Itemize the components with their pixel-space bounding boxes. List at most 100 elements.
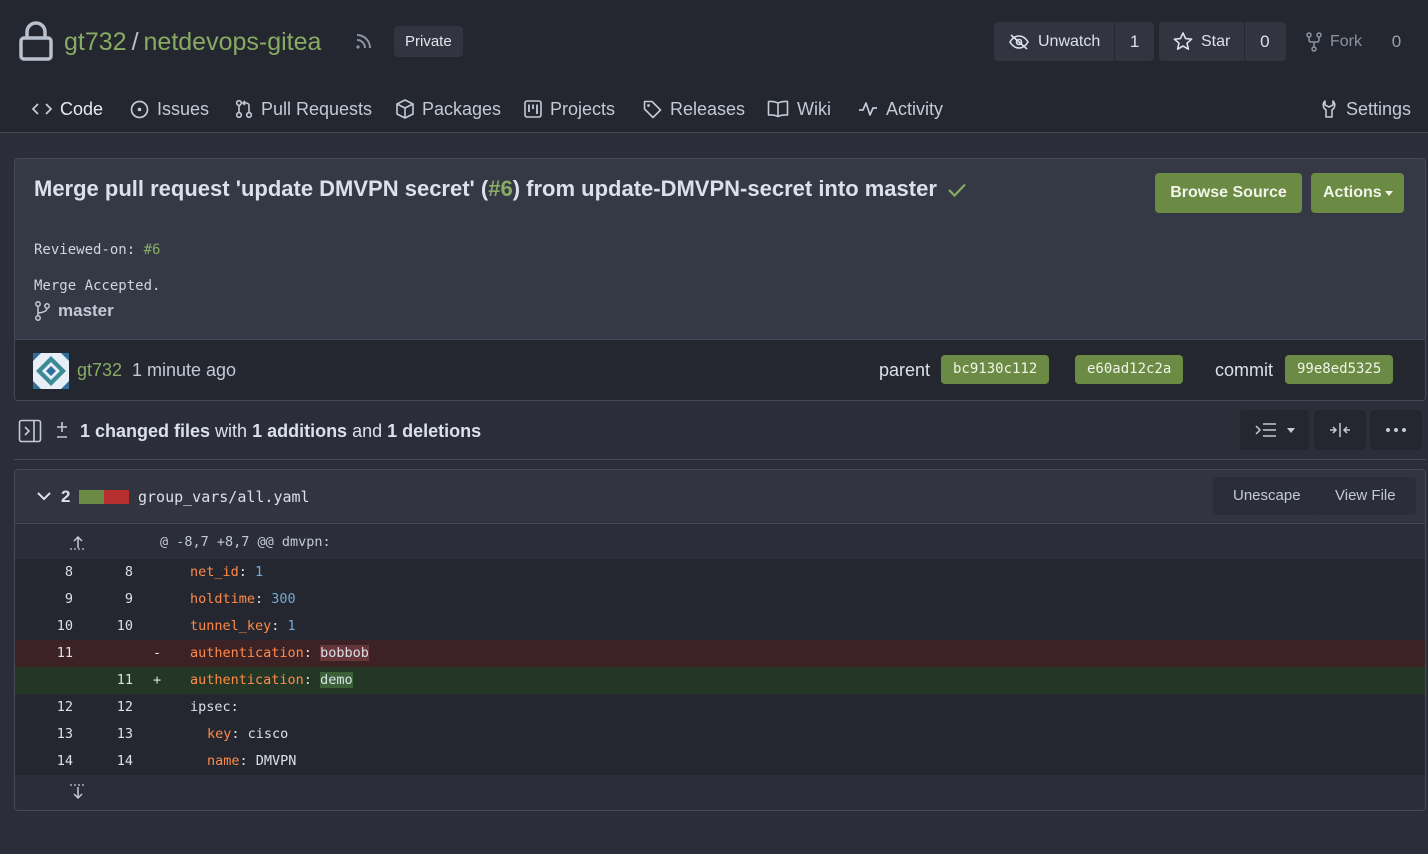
repo-title: gt732 / netdevops-gitea — [64, 28, 321, 57]
diff-line: 10 10 tunnel_key: 1 — [15, 613, 1425, 640]
file-header: 2 group_vars/all.yaml Unescape View File — [15, 470, 1425, 524]
repo-owner-link[interactable]: gt732 — [64, 28, 127, 57]
whitespace-options-button[interactable] — [1240, 410, 1309, 450]
split-icon — [1330, 423, 1350, 437]
actions-label: Actions — [1323, 184, 1382, 201]
diff-sign: - — [153, 645, 162, 661]
hunk-header: @ -8,7 +8,7 @@ dmvpn: — [160, 534, 331, 550]
new-line-number[interactable]: 8 — [103, 559, 133, 586]
tab-packages[interactable]: Packages — [396, 88, 501, 130]
new-line-number[interactable]: 14 — [103, 748, 133, 775]
watch-count[interactable]: 1 — [1114, 22, 1154, 61]
old-line-number[interactable]: 8 — [43, 559, 73, 586]
more-options-button[interactable] — [1370, 410, 1422, 450]
repo-separator: / — [131, 28, 139, 56]
diff-summary-text: 1 changed files with 1 additions and 1 d… — [80, 421, 481, 442]
star-count[interactable]: 0 — [1244, 22, 1284, 61]
code-text: ipsec: — [190, 699, 239, 715]
old-line-number[interactable]: 12 — [43, 694, 73, 721]
chevron-down-icon[interactable] — [36, 490, 52, 502]
parent-label: parent — [879, 360, 931, 380]
diff-line-added: 11 + authentication: demo — [15, 667, 1425, 694]
watch-label: Unwatch — [1038, 32, 1101, 50]
pull-request-icon — [235, 99, 253, 119]
new-line-number[interactable]: 13 — [103, 721, 133, 748]
tab-releases-label: Releases — [670, 98, 746, 119]
new-line-number[interactable]: 11 — [103, 667, 133, 694]
new-line-number[interactable]: 12 — [103, 694, 133, 721]
tab-pull-requests[interactable]: Pull Requests — [235, 88, 372, 130]
kebab-horizontal-icon — [1386, 428, 1406, 432]
tab-projects-label: Projects — [550, 98, 616, 119]
summary-and: and — [347, 421, 388, 441]
commit-label: commit — [1215, 360, 1273, 380]
tab-activity[interactable]: Activity — [858, 88, 943, 130]
commit-title-pre: Merge pull request 'update DMVPN secret'… — [34, 176, 489, 201]
additions-count: 1 additions — [252, 421, 348, 441]
old-line-number[interactable]: 14 — [43, 748, 73, 775]
old-line-number[interactable]: 13 — [43, 721, 73, 748]
summary-with: with — [210, 421, 253, 441]
tab-settings[interactable]: Settings — [1320, 88, 1411, 130]
code-text: key: cisco — [207, 726, 289, 742]
issue-icon — [130, 100, 149, 118]
tab-wiki[interactable]: Wiki — [767, 88, 831, 130]
browse-source-button[interactable]: Browse Source — [1155, 173, 1302, 213]
caret-down-icon — [1286, 427, 1295, 433]
new-line-number[interactable]: 10 — [103, 613, 133, 640]
branch-name[interactable]: master — [58, 301, 114, 321]
tab-issues[interactable]: Issues — [130, 88, 209, 130]
unescape-button[interactable]: Unescape — [1213, 477, 1321, 515]
watch-button[interactable]: Unwatch 1 — [994, 22, 1154, 61]
tab-code-label: Code — [60, 98, 104, 119]
diff-line: 8 8 net_id: 1 — [15, 559, 1425, 586]
sidebar-toggle-icon[interactable] — [18, 419, 42, 443]
deletions-bar — [104, 490, 129, 504]
tab-packages-label: Packages — [422, 98, 502, 119]
wrench-icon — [1322, 100, 1336, 118]
expand-up-icon[interactable] — [69, 533, 87, 551]
diff-line: 13 13 key: cisco — [15, 721, 1425, 748]
file-name[interactable]: group_vars/all.yaml — [138, 488, 310, 506]
code-text: authentication: demo — [190, 672, 353, 688]
code-text: name: DMVPN — [207, 753, 297, 769]
branch-icon — [35, 301, 50, 321]
star-button[interactable]: Star 0 — [1159, 22, 1286, 61]
commit-box: Merge pull request 'update DMVPN secret'… — [14, 158, 1426, 401]
fork-count[interactable]: 0 — [1376, 22, 1416, 61]
diff-line-deleted: 11 - authentication: bobbob — [15, 640, 1425, 667]
branch-row: master — [34, 301, 114, 321]
project-icon — [524, 100, 542, 118]
reviewed-on-link[interactable]: #6 — [144, 242, 161, 258]
diff-line: 14 14 name: DMVPN — [15, 748, 1425, 775]
new-line-number[interactable]: 9 — [103, 586, 133, 613]
repo-header: gt732 / netdevops-gitea Private Unwatch … — [0, 0, 1428, 133]
code-text: authentication: bobbob — [190, 645, 369, 661]
old-line-number[interactable]: 9 — [43, 586, 73, 613]
commit-pr-link[interactable]: #6 — [488, 176, 512, 201]
old-line-number[interactable]: 10 — [43, 613, 73, 640]
tab-activity-label: Activity — [886, 98, 944, 119]
fork-button[interactable]: Fork 0 — [1292, 22, 1422, 61]
avatar[interactable] — [33, 353, 69, 389]
tab-releases[interactable]: Releases — [643, 88, 745, 130]
book-icon — [767, 100, 789, 118]
split-view-button[interactable] — [1314, 410, 1366, 450]
commit-author-link[interactable]: gt732 — [77, 360, 122, 381]
old-line-number[interactable]: 11 — [43, 640, 73, 667]
parent-sha-2[interactable]: e60ad12c2a — [1075, 355, 1184, 384]
tab-code[interactable]: Code — [32, 88, 103, 130]
tab-projects[interactable]: Projects — [524, 88, 615, 130]
parent-sha-1[interactable]: bc9130c112 — [941, 355, 1050, 384]
rss-icon[interactable] — [353, 31, 373, 51]
commit-sha[interactable]: 99e8ed5325 — [1285, 355, 1394, 384]
tag-icon — [643, 100, 662, 118]
view-file-button[interactable]: View File — [1315, 477, 1416, 515]
repo-name-link[interactable]: netdevops-gitea — [144, 28, 322, 57]
commit-message-body: Reviewed-on: #6 Merge Accepted. — [34, 232, 160, 304]
fork-label: Fork — [1330, 32, 1362, 50]
expand-down-icon[interactable] — [69, 783, 87, 801]
repo-nav: Code Issues Pull Requests Packages Proje… — [0, 88, 1428, 132]
package-icon — [396, 99, 414, 119]
actions-dropdown[interactable]: Actions — [1311, 173, 1404, 213]
